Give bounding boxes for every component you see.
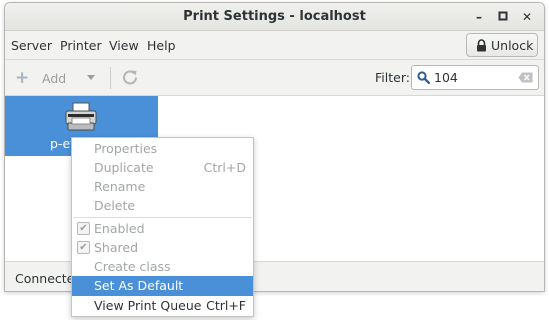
menu-item-delete[interactable]: Delete	[72, 196, 253, 215]
search-icon	[417, 71, 430, 84]
menu-item-shortcut: Ctrl+D	[203, 160, 246, 175]
plus-icon: +	[15, 68, 30, 88]
lock-icon	[477, 39, 486, 52]
window-title: Print Settings - localhost	[183, 9, 366, 24]
menu-printer[interactable]: Printer	[60, 38, 102, 53]
menu-item-view-print-queue[interactable]: View Print Queue Ctrl+F	[72, 296, 253, 315]
close-button[interactable]: ✕	[518, 8, 536, 26]
menu-item-shortcut: Ctrl+F	[206, 298, 246, 313]
menu-item-shared[interactable]: ✔ Shared	[72, 238, 253, 257]
toolbar: + Add Filter:	[5, 60, 544, 96]
printer-context-menu: Properties Duplicate Ctrl+D Rename Delet…	[71, 137, 254, 317]
menu-item-rename[interactable]: Rename	[72, 177, 253, 196]
title-bar[interactable]: Print Settings - localhost – ✕	[5, 3, 544, 31]
filter-label: Filter:	[375, 70, 410, 85]
menu-item-label: Enabled	[94, 221, 145, 236]
clear-icon[interactable]	[518, 72, 533, 83]
checkbox-checked-icon: ✔	[77, 241, 90, 254]
menu-help[interactable]: Help	[147, 38, 176, 53]
chevron-down-icon[interactable]	[87, 75, 95, 80]
menu-item-label: Shared	[94, 240, 139, 255]
toolbar-separator	[110, 67, 111, 89]
menu-item-label: View Print Queue	[94, 298, 202, 313]
menu-view[interactable]: View	[109, 38, 139, 53]
menu-item-enabled[interactable]: ✔ Enabled	[72, 219, 253, 238]
add-label: Add	[42, 71, 67, 86]
menu-item-label: Set As Default	[94, 278, 184, 293]
unlock-button[interactable]: Unlock	[466, 33, 538, 57]
menu-separator	[73, 217, 252, 218]
filter-input[interactable]	[434, 68, 514, 87]
menu-item-label: Properties	[94, 141, 158, 156]
menu-item-label: Delete	[94, 198, 136, 213]
minimize-button[interactable]: –	[470, 8, 488, 26]
menu-item-label: Duplicate	[94, 160, 154, 175]
menu-item-properties[interactable]: Properties	[72, 139, 253, 158]
printer-icon	[65, 102, 97, 131]
menu-item-label: Create class	[94, 259, 171, 274]
menu-server[interactable]: Server	[11, 38, 52, 53]
menu-bar: Server Printer View Help Unlock	[5, 31, 544, 60]
menu-item-label: Rename	[94, 179, 146, 194]
maximize-button[interactable]	[494, 8, 512, 26]
maximize-icon	[498, 11, 508, 21]
unlock-label: Unlock	[491, 38, 534, 53]
menu-item-set-as-default[interactable]: Set As Default	[72, 276, 253, 296]
menu-item-create-class[interactable]: Create class	[72, 257, 253, 276]
menu-item-duplicate[interactable]: Duplicate Ctrl+D	[72, 158, 253, 177]
refresh-icon[interactable]	[121, 68, 139, 86]
filter-field[interactable]	[411, 65, 539, 90]
checkbox-checked-icon: ✔	[77, 222, 90, 235]
